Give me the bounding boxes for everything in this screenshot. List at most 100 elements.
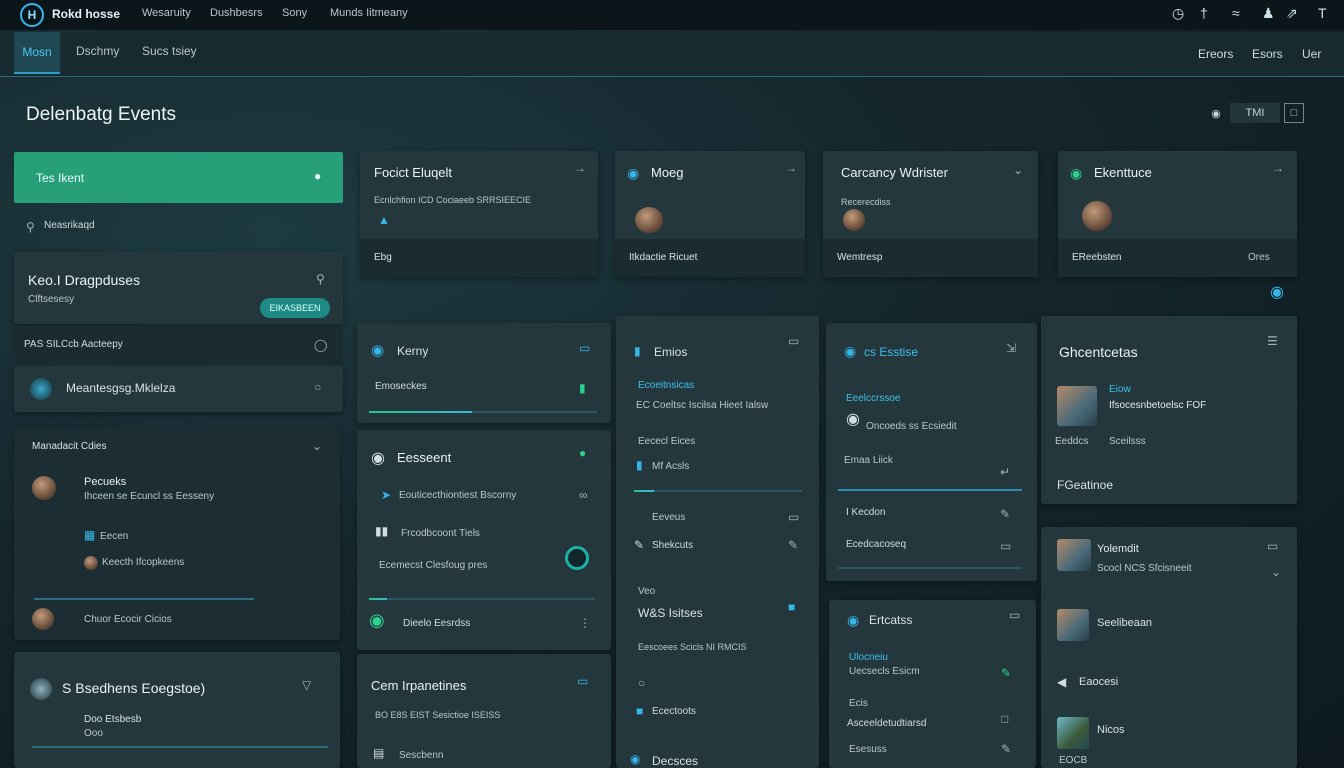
tab-success[interactable]: Sucs tsiey — [142, 44, 197, 58]
user-link[interactable]: Uer — [1302, 47, 1321, 61]
chat-icon[interactable]: † — [1200, 5, 1208, 21]
section-title: W&S Isitses — [638, 606, 703, 620]
window-icon[interactable]: ▭ — [1009, 608, 1020, 622]
event-card[interactable]: Carcancy Wdrister ⌄ Recerecdiss Wemtresp — [823, 151, 1038, 277]
contact-name[interactable]: Seelibeaan — [1097, 617, 1152, 629]
card-title: Cem Irpanetines — [371, 678, 467, 693]
contact-photo — [1057, 609, 1089, 641]
wave-icon[interactable]: ≈ — [1232, 5, 1240, 21]
window-icon[interactable]: ▭ — [1267, 539, 1278, 553]
card-title: Focict Eluqelt — [374, 165, 453, 180]
panel-line: Asceeldetudtiarsd — [847, 718, 927, 729]
event-card[interactable]: Focict Eluqelt → Ecnlchfion ICD Cociaeeb… — [360, 151, 598, 277]
panel-footer: FGeatinoe — [1057, 478, 1114, 492]
components-card[interactable]: Cem Irpanetines ▭ BO E8S EIST Sesictioe … — [357, 654, 611, 768]
avatar — [30, 678, 52, 700]
comments-title: Manadacit Cdies — [32, 441, 107, 452]
tab-dashboard[interactable]: Dschmy — [76, 44, 119, 58]
progress-bar — [634, 490, 802, 492]
topnav-item-4[interactable]: Munds Iitmeany — [330, 7, 408, 19]
menu-icon[interactable]: ☰ — [1267, 334, 1278, 348]
window-icon[interactable]: ▭ — [788, 510, 799, 524]
cloud-icon[interactable]: ● — [579, 446, 586, 460]
tag-icon: ▮ — [636, 458, 643, 472]
avatar — [30, 378, 52, 400]
chevron-down-icon[interactable]: ⌄ — [1271, 565, 1281, 579]
users-link[interactable]: Esors — [1252, 47, 1283, 61]
bell-icon[interactable]: ◷ — [1172, 5, 1184, 22]
list-item[interactable]: Meantesgsg.Mklelza ○ — [14, 366, 343, 412]
contact-name[interactable]: Eaocesi — [1079, 676, 1118, 688]
toggle-icon[interactable]: ◯ — [314, 338, 327, 352]
more-icon[interactable]: → — [1272, 161, 1284, 175]
comments-divider — [34, 598, 254, 600]
more-icon[interactable]: → — [574, 161, 586, 175]
list-item[interactable]: PAS SILCcb Aacteepy ◯ — [14, 326, 343, 364]
contracts-panel: ◉ Ertcatss ▭ Ulocneiu Uecsecls Esicm ✎ E… — [829, 600, 1036, 768]
tag-icon: ▲ — [378, 213, 390, 227]
comment-title: Pecueks — [84, 476, 127, 488]
event-card[interactable]: ◉ Moeg → Itkdactie Ricuet — [615, 151, 805, 277]
event-card[interactable]: ◉ Ekenttuce → EReebsten Ores — [1058, 151, 1297, 277]
status-badge[interactable]: EIKASBEEN — [260, 298, 330, 318]
errors-link[interactable]: Ereors — [1198, 47, 1233, 61]
contact-name[interactable]: Nicos — [1097, 724, 1125, 736]
arrow-left-icon[interactable]: ◀ — [1057, 675, 1066, 689]
card-title: Ekenttuce — [1094, 165, 1152, 180]
pin-icon[interactable]: ● — [314, 169, 321, 183]
topnav-item-1[interactable]: Wesaruity — [142, 7, 191, 19]
task-row[interactable]: I Kecdon — [846, 507, 885, 518]
app-logo-icon[interactable]: H — [20, 3, 44, 27]
radio-icon[interactable]: ○ — [314, 380, 321, 394]
email-row[interactable]: Shekcuts — [652, 540, 693, 551]
link-icon[interactable]: ∞ — [579, 488, 588, 502]
expand-icon[interactable]: ⇗ — [1286, 5, 1298, 22]
list-item-label: Meantesgsg.Mklelza — [66, 381, 176, 395]
play-button[interactable] — [565, 546, 589, 570]
edit-icon[interactable]: ✎ — [788, 538, 798, 552]
window-icon[interactable]: ▭ — [788, 334, 799, 348]
section-line: Eescoees Scicls NI RMCIS — [638, 642, 747, 652]
stat-card[interactable]: ◉ Kerny ▭ Emoseckes ▮ — [357, 323, 611, 423]
window-icon[interactable]: ▭ — [1000, 539, 1011, 553]
email-row[interactable]: Eeveus — [652, 512, 685, 523]
chevron-down-icon[interactable]: ⌄ — [312, 439, 322, 453]
bookings-title: S Bsedhens Eoegstoe) — [62, 680, 206, 696]
view-toggle[interactable]: TMI — [1230, 103, 1280, 123]
chevron-down-icon[interactable]: ⌄ — [1013, 163, 1023, 177]
checkbox[interactable]: □ — [1001, 712, 1008, 726]
window-icon[interactable]: ▭ — [577, 674, 588, 688]
task-row[interactable]: Ecedcacoseq — [846, 539, 906, 550]
groups-title: Keo.I Dragpduses — [28, 272, 141, 288]
panel-title: Ertcatss — [869, 613, 913, 627]
sessions-card[interactable]: ◉ Eesseent ● ➤ Eouticecthiontiest Bscorn… — [357, 430, 611, 650]
person-icon[interactable]: ♟ — [1262, 5, 1275, 22]
topnav-item-2[interactable]: Dushbesrs — [210, 7, 263, 19]
text-icon[interactable]: T — [1318, 5, 1327, 21]
search-icon[interactable]: ⚲ — [316, 272, 325, 286]
card-line: Emoseckes — [375, 381, 427, 392]
window-icon[interactable]: ▭ — [579, 341, 590, 355]
topnav-item-3[interactable]: Sony — [282, 7, 307, 19]
refresh-icon[interactable]: ◉ — [1206, 103, 1226, 123]
arrow-icon[interactable]: ↵ — [1000, 465, 1010, 479]
clients-panel: Ghcentcetas ☰ Eiow Ifsocesnbetoelsc FOF … — [1041, 316, 1297, 504]
more-icon[interactable]: ⋮ — [579, 616, 591, 630]
window-icon[interactable]: ■ — [788, 600, 795, 614]
contact-name[interactable]: Yolemdit — [1097, 543, 1139, 555]
active-event-item[interactable]: Tes Ikent ● — [14, 152, 343, 203]
bookings-panel: S Bsedhens Eoegstoe) ▽ Doo Etsbesb Ooo — [14, 652, 340, 768]
spiral-icon[interactable]: ◉ — [1270, 282, 1284, 302]
edit-icon[interactable]: ✎ — [1000, 507, 1010, 521]
edit-icon[interactable]: ✎ — [1001, 742, 1011, 756]
arrow-icon: ➤ — [381, 488, 392, 502]
expand-icon[interactable]: ⇲ — [1006, 341, 1016, 355]
tab-main[interactable]: Mosn — [14, 32, 60, 74]
chevron-down-icon[interactable]: ▽ — [302, 678, 311, 692]
more-icon[interactable]: → — [785, 161, 797, 175]
radio-icon[interactable]: ○ — [638, 676, 645, 690]
contacts-list: Yolemdit Scocl NCS Sfcisneeit ▭ ⌄ Seelib… — [1041, 527, 1297, 768]
expand-panel-icon[interactable]: □ — [1284, 103, 1304, 123]
search-row[interactable]: ⚲ Neasrikaqd — [14, 206, 343, 246]
pencil-icon[interactable]: ✎ — [1001, 666, 1011, 680]
